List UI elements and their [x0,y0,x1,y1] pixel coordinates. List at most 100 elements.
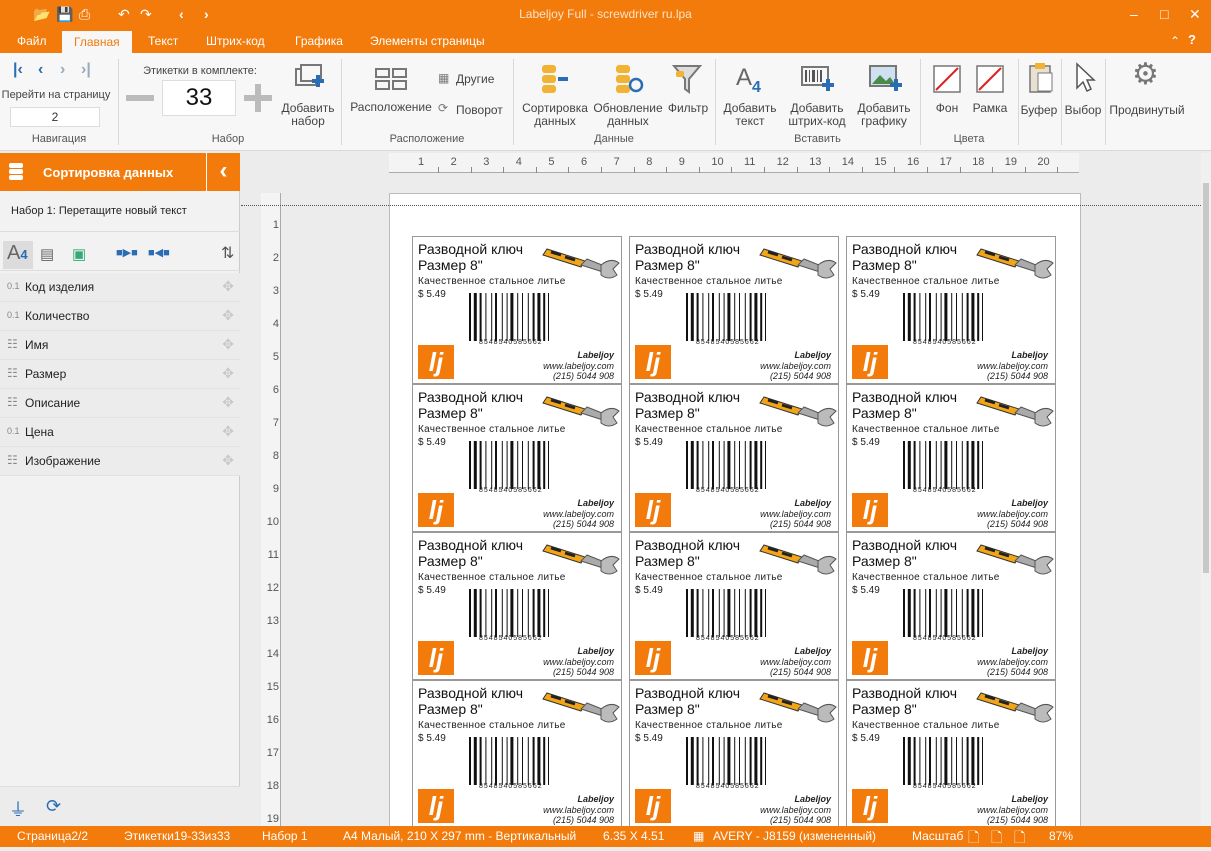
ruler-tick: 2 [450,156,457,168]
maximize-icon[interactable]: □ [1160,6,1168,22]
label-item[interactable]: Разводной ключ Размер 8" Качественное стал… [412,384,622,532]
field-row[interactable]: 0.1 Код изделия ✥ [0,273,240,302]
add-image-field-icon[interactable]: ▣ [72,245,86,263]
fit-width-icon[interactable]: 🗋 [991,827,1002,851]
add-text-button[interactable]: Добавить текст [718,102,782,128]
field-row[interactable]: ☷ Изображение ✥ [0,447,240,476]
last-page-icon[interactable]: ›| [81,61,91,79]
labeljoy-logo-icon: lj [852,789,888,823]
update-data-button[interactable]: Обновление данных [592,102,664,128]
collapse-panel-icon[interactable]: ‹ [206,153,240,191]
add-set-icon[interactable] [292,63,326,95]
sort-data-icon[interactable] [538,63,570,95]
label-item[interactable]: Разводной ключ Размер 8" Качественное стал… [846,384,1056,532]
help-icon[interactable]: ? [1188,32,1196,48]
wrench-icon [976,248,1054,279]
label-item[interactable]: Разводной ключ Размер 8" Качественное стал… [629,680,839,826]
add-text-icon[interactable]: A4 [734,61,770,95]
menu-barcode[interactable]: Штрих-код [194,30,277,53]
label-item[interactable]: Разводной ключ Размер 8" Качественное стал… [846,680,1056,826]
prev-page-icon[interactable]: ‹ [38,61,43,79]
first-page-icon[interactable]: |‹ [13,61,23,79]
label-sheet[interactable]: Разводной ключ Размер 8" Качественное стал… [389,193,1081,826]
add-text-field-icon[interactable]: A4 [7,242,28,265]
collapse-ribbon-icon[interactable]: ⌃ [1170,33,1180,49]
page-number-input[interactable]: 2 [10,107,100,127]
menu-text[interactable]: Текст [136,30,190,53]
vertical-scrollbar[interactable] [1201,153,1211,826]
sort-data-button[interactable]: Сортировка данных [518,102,592,128]
label-item[interactable]: Разводной ключ Размер 8" Качественное стал… [412,236,622,384]
label-title: Разводной ключ [418,241,524,257]
clipboard-icon[interactable] [1027,61,1055,95]
minimize-icon[interactable]: – [1130,6,1138,22]
buffer-button[interactable]: Буфер [1018,104,1060,117]
group-layout: Расположение [389,133,465,145]
add-set-button[interactable]: Добавить набор [278,102,338,128]
labels-count-input[interactable]: 33 [162,80,236,116]
numeric-field-icon: 0.1 [7,281,20,291]
rotate-button[interactable]: Поворот [456,104,503,117]
drag-handle-icon[interactable]: ✥ [222,307,234,324]
update-data-icon[interactable] [612,63,644,95]
decrement-icon[interactable] [126,95,154,101]
pointer-icon[interactable] [1072,61,1096,95]
others-button[interactable]: Другие [456,73,494,86]
drag-handle-icon[interactable]: ✥ [222,452,234,469]
close-icon[interactable]: ✕ [1189,6,1201,22]
filter-button[interactable]: Фильтр [664,102,712,115]
drag-handle-icon[interactable]: ✥ [222,394,234,411]
label-item[interactable]: Разводной ключ Размер 8" Качественное стал… [412,680,622,826]
label-title: Разводной ключ [418,685,524,701]
label-item[interactable]: Разводной ключ Размер 8" Качественное стал… [629,236,839,384]
label-item[interactable]: Разводной ключ Размер 8" Качественное стал… [846,532,1056,680]
drag-handle-icon[interactable]: ✥ [222,365,234,382]
background-color-button[interactable]: Фон [928,102,966,115]
fit-page-icon[interactable]: 🗋 [968,827,979,851]
label-price: $ 5.49 [418,289,446,300]
field-row[interactable]: 0.1 Цена ✥ [0,418,240,447]
field-row[interactable]: ☷ Размер ✥ [0,360,240,389]
drag-handle-icon[interactable]: ✥ [222,278,234,295]
field-row[interactable]: 0.1 Количество ✥ [0,302,240,331]
scrollbar-thumb[interactable] [1203,183,1209,573]
field-row[interactable]: ☷ Имя ✥ [0,331,240,360]
design-canvas[interactable]: 1 2 3 4 5 6 7 8 9 10 11 12 13 14 15 16 17 18 19 20 12345678… [241,153,1201,826]
labeljoy-logo-icon: lj [418,789,454,823]
add-graphic-button[interactable]: Добавить графику [854,102,914,128]
gear-icon[interactable]: ⚙ [1132,57,1159,92]
menu-page-elements[interactable]: Элементы страницы [358,30,497,53]
label-item[interactable]: Разводной ключ Размер 8" Качественное стал… [846,236,1056,384]
add-barcode-icon[interactable] [800,63,836,95]
label-item[interactable]: Разводной ключ Размер 8" Качественное стал… [412,532,622,680]
field-row[interactable]: ☷ Описание ✥ [0,389,240,418]
add-barcode-field-icon[interactable]: ▤ [40,245,54,263]
label-item[interactable]: Разводной ключ Размер 8" Качественное стал… [629,384,839,532]
refresh-icon[interactable]: ⟳ [46,796,61,817]
next-page-icon[interactable]: › [60,61,65,79]
sort-order-icon[interactable]: ⇅ [221,243,234,263]
background-color-icon[interactable] [933,65,961,93]
ruler-tick: 9 [272,483,279,495]
select-button[interactable]: Выбор [1062,104,1104,117]
advanced-button[interactable]: Продвинутый [1106,104,1188,117]
drag-handle-icon[interactable]: ✥ [222,336,234,353]
arrangement-icon[interactable] [374,67,408,91]
frame-color-icon[interactable] [976,65,1004,93]
fit-height-icon[interactable]: 🗋 [1014,827,1025,851]
ruler-tick: 3 [272,285,279,297]
add-graphic-icon[interactable] [868,63,904,95]
menu-graphics[interactable]: Графика [283,30,355,53]
arrangement-button[interactable]: Расположение [348,101,434,114]
menu-file[interactable]: Файл [5,30,59,53]
connect-icon[interactable]: ⏚ [9,796,27,822]
drag-handle-icon[interactable]: ✥ [222,423,234,440]
filter-icon[interactable] [670,63,704,95]
frame-color-button[interactable]: Рамка [968,102,1012,115]
move-left-icon[interactable]: ■◀■ [148,246,170,259]
move-right-icon[interactable]: ■▶■ [116,246,138,259]
add-barcode-button[interactable]: Добавить штрих-код [780,102,854,128]
label-item[interactable]: Разводной ключ Размер 8" Качественное стал… [629,532,839,680]
label-brand: Labeljoy [577,350,614,360]
menu-home[interactable]: Главная [62,31,132,53]
